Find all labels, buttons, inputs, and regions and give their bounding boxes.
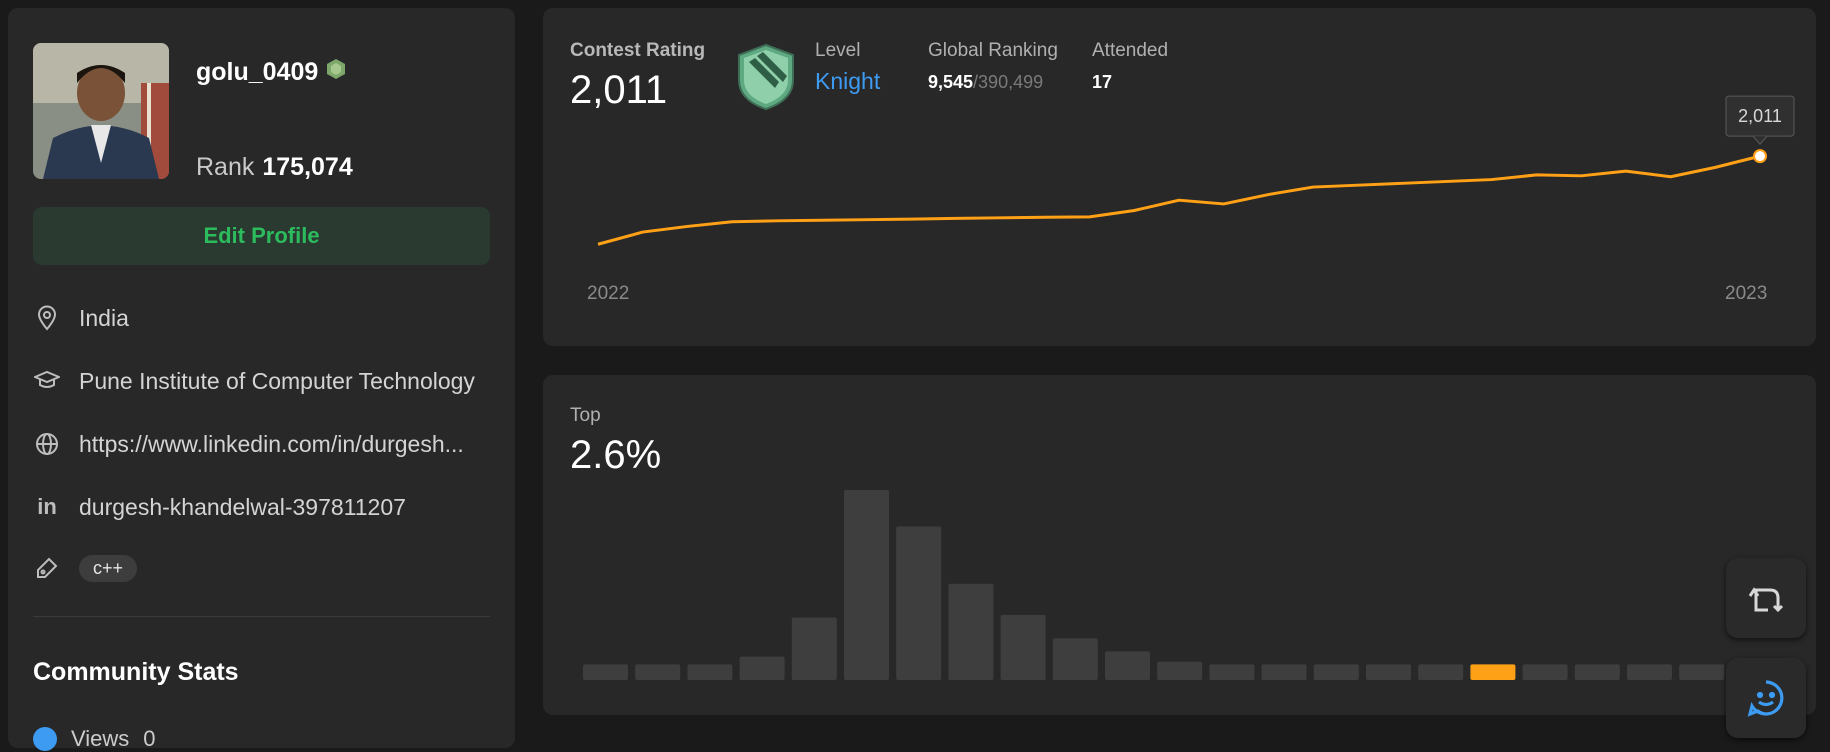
rating-tooltip-arrow: [1752, 135, 1768, 145]
community-stats-title: Community Stats: [33, 658, 239, 686]
top-percentile-card: Top 2.6%: [543, 375, 1816, 715]
rating-distribution-chart[interactable]: [543, 375, 1816, 715]
eye-icon: [33, 727, 57, 751]
current-rating-point: [1753, 149, 1767, 164]
distribution-bar: [844, 490, 889, 680]
distribution-bar: [1574, 664, 1620, 680]
profile-card: golu_0409 Rank 175,074 Edit Profile India…: [8, 8, 515, 751]
distribution-bar: [1627, 664, 1672, 680]
edit-profile-button[interactable]: Edit Profile: [33, 207, 490, 265]
distribution-bar: [1000, 614, 1046, 680]
switch-version-button[interactable]: [1726, 558, 1806, 638]
distribution-bar: [1522, 664, 1568, 680]
distribution-bar: [1679, 664, 1725, 680]
school-text: Pune Institute of Computer Technology: [79, 367, 475, 394]
feedback-button[interactable]: [1726, 658, 1806, 738]
switch-arrows-icon: [1748, 587, 1784, 613]
divider: [33, 616, 490, 617]
distribution-bar: [1366, 664, 1411, 680]
chat-smile-icon: [1747, 680, 1784, 717]
distribution-bar: [1105, 651, 1150, 680]
distribution-bar: [1157, 661, 1203, 680]
distribution-bar: [791, 617, 837, 680]
distribution-bar: [1313, 664, 1359, 680]
rating-line: [597, 154, 1761, 246]
verified-hex-icon: [326, 58, 346, 87]
rank: Rank 175,074: [196, 153, 353, 182]
skills-row: c++: [33, 554, 138, 582]
distribution-bar: [948, 583, 994, 680]
rank-value: 175,074: [262, 153, 353, 181]
distribution-bar: [583, 664, 628, 680]
location-pin-icon: [33, 304, 61, 332]
location-row: India: [33, 304, 129, 332]
website-row: https://www.linkedin.com/in/durgesh...: [33, 430, 464, 458]
username-text: golu_0409: [196, 58, 319, 86]
distribution-bar: [739, 656, 785, 680]
distribution-bar: [1209, 664, 1255, 680]
linkedin-row: in durgesh-khandelwal-397811207: [33, 493, 406, 521]
tag-icon: [33, 554, 61, 582]
linkedin-icon: in: [37, 494, 57, 519]
year-end-label: 2023: [1725, 283, 1768, 304]
views-row: Views 0: [33, 726, 156, 752]
username: golu_0409: [196, 58, 346, 87]
rank-label: Rank: [196, 153, 255, 181]
rating-tooltip-text: 2,011: [1738, 106, 1782, 126]
distribution-bar: [896, 526, 942, 680]
linkedin-link[interactable]: durgesh-khandelwal-397811207: [79, 494, 406, 521]
school-row: Pune Institute of Computer Technology: [33, 367, 475, 395]
contest-rating-card: Contest Rating 2,011 Level Knight Global…: [543, 8, 1816, 346]
distribution-bar-highlighted: [1470, 664, 1516, 680]
views-value: 0: [143, 726, 156, 751]
year-start-label: 2022: [587, 283, 630, 304]
distribution-bar: [1418, 664, 1464, 680]
globe-icon: [33, 430, 61, 458]
skill-tag[interactable]: c++: [79, 554, 138, 582]
avatar[interactable]: [33, 43, 169, 179]
distribution-bar: [1052, 638, 1098, 680]
distribution-bar: [687, 664, 733, 680]
website-link[interactable]: https://www.linkedin.com/in/durgesh...: [79, 431, 464, 458]
distribution-bar: [635, 664, 681, 680]
views-label: Views: [71, 726, 130, 751]
distribution-bar: [1261, 664, 1307, 680]
rating-line-chart[interactable]: 2,011: [543, 8, 1816, 346]
location-text: India: [79, 304, 129, 331]
graduation-cap-icon: [33, 367, 61, 395]
